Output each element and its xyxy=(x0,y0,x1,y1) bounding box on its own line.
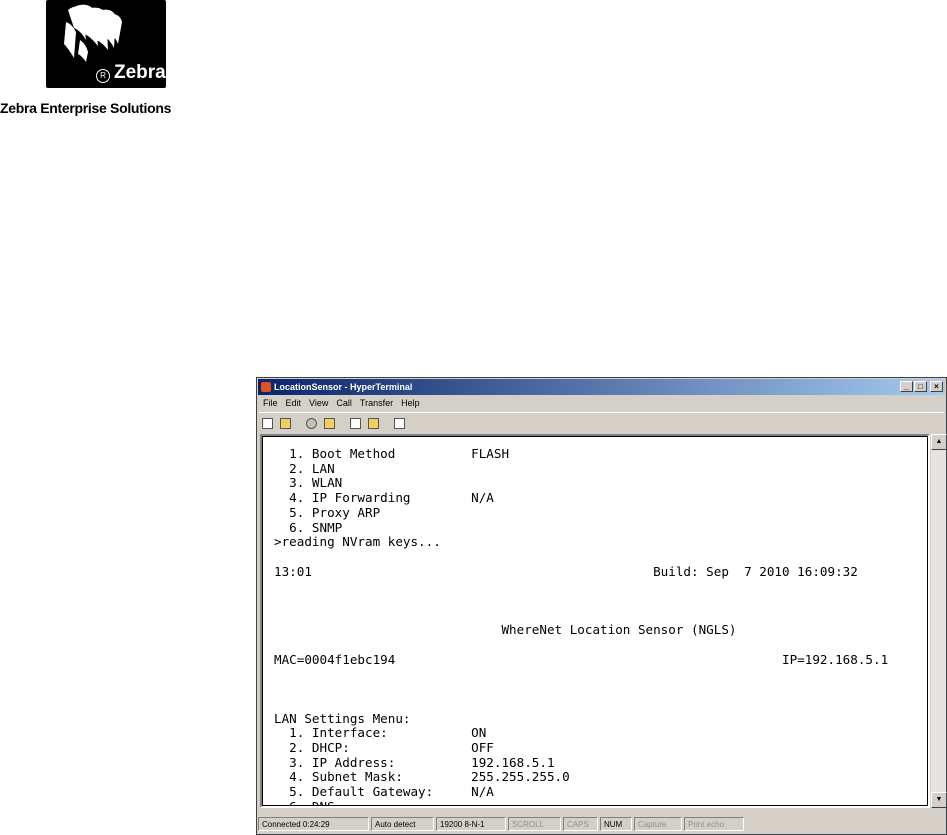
toolbar xyxy=(259,412,944,433)
properties-button[interactable] xyxy=(391,416,407,431)
menu-view[interactable]: View xyxy=(305,396,332,411)
terminal-screen[interactable]: 1. Boot Method FLASH 2. LAN 3. WLAN 4. I… xyxy=(263,437,927,805)
registered-mark: R xyxy=(96,69,110,83)
minimize-button[interactable]: _ xyxy=(900,381,913,392)
vertical-scrollbar[interactable]: ▲ ▼ xyxy=(930,434,947,808)
dial-icon xyxy=(323,417,335,429)
terminal-line: 2. DHCP: OFF xyxy=(274,740,494,755)
dial-button[interactable] xyxy=(321,416,337,431)
status-bar: Connected 0:24:29 Auto detect 19200 8-N-… xyxy=(258,817,945,833)
menu-file[interactable]: File xyxy=(259,396,282,411)
terminal-line: 6. SNMP xyxy=(274,519,343,535)
status-caps: CAPS xyxy=(563,817,598,831)
terminal-line: 13:01 Build: Sep 7 2010 16:09:32 xyxy=(274,563,858,579)
terminal-line: 3. IP Address: 192.168.5.1 xyxy=(274,754,555,770)
disconnect-icon xyxy=(305,417,317,429)
scroll-up-button[interactable]: ▲ xyxy=(931,434,947,450)
maximize-button[interactable]: □ xyxy=(914,381,927,392)
terminal-line: 3. WLAN xyxy=(274,475,343,491)
terminal-line: LAN Settings Menu: xyxy=(274,710,411,726)
terminal-line: 1. Boot Method FLASH xyxy=(274,446,510,461)
menu-bar: File Edit View Call Transfer Help xyxy=(259,396,424,411)
terminal-line: 4. IP Forwarding N/A xyxy=(274,490,494,506)
new-button[interactable] xyxy=(259,416,275,431)
menu-help[interactable]: Help xyxy=(397,396,424,411)
status-num: NUM xyxy=(600,817,632,831)
status-capture: Capture xyxy=(634,817,682,831)
terminal-line: 5. Default Gateway: N/A xyxy=(274,784,494,800)
terminal-line: 1. Interface: ON xyxy=(274,725,487,741)
receive-icon xyxy=(367,417,379,429)
title-bar[interactable]: LocationSensor - HyperTerminal _ □ × xyxy=(258,379,945,395)
status-settings: 19200 8-N-1 xyxy=(436,817,506,831)
menu-call[interactable]: Call xyxy=(332,396,356,411)
terminal-line: WhereNet Location Sensor (NGLS) xyxy=(274,622,737,638)
window-title: LocationSensor - HyperTerminal xyxy=(274,382,413,392)
terminal-line: 4. Subnet Mask: 255.255.255.0 xyxy=(274,769,570,785)
scroll-down-button[interactable]: ▼ xyxy=(931,792,947,808)
properties-icon xyxy=(393,417,405,429)
status-scroll: SCROLL xyxy=(508,817,561,831)
menu-transfer[interactable]: Transfer xyxy=(356,396,397,411)
close-button[interactable]: × xyxy=(930,381,943,392)
new-icon xyxy=(261,417,273,429)
company-name: Zebra Enterprise Solutions xyxy=(0,100,172,116)
hyperterminal-icon xyxy=(261,382,271,392)
menu-edit[interactable]: Edit xyxy=(282,396,306,411)
open-button[interactable] xyxy=(277,416,293,431)
logo-wordmark: Zebra xyxy=(114,62,166,83)
receive-button[interactable] xyxy=(365,416,381,431)
status-connected: Connected 0:24:29 xyxy=(258,817,369,831)
send-icon xyxy=(349,417,361,429)
hyperterminal-window: LocationSensor - HyperTerminal _ □ × Fil… xyxy=(256,377,947,835)
open-icon xyxy=(279,417,291,429)
send-button[interactable] xyxy=(347,416,363,431)
terminal-line: >reading NVram keys... xyxy=(274,534,441,550)
zebra-logo: R Zebra xyxy=(46,0,166,88)
terminal-line: 5. Proxy ARP xyxy=(274,504,381,520)
terminal-line: MAC=0004f1ebc194 IP=192.168.5.1 xyxy=(274,651,889,667)
disconnect-button[interactable] xyxy=(303,416,319,431)
terminal-frame: 1. Boot Method FLASH 2. LAN 3. WLAN 4. I… xyxy=(260,434,930,808)
status-print-echo: Print echo xyxy=(684,817,744,831)
terminal-line: 2. LAN xyxy=(274,460,335,476)
status-detect: Auto detect xyxy=(371,817,434,831)
terminal-line: 6. DNS xyxy=(274,799,335,805)
